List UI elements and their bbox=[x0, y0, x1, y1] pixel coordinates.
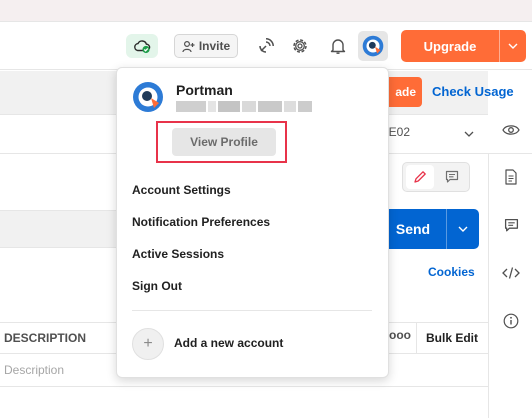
upgrade-menu-toggle[interactable] bbox=[500, 43, 526, 49]
menu-item-notification-preferences[interactable]: Notification Preferences bbox=[132, 215, 270, 229]
upgrade-label: Upgrade bbox=[423, 38, 477, 54]
code-snippet-button[interactable] bbox=[502, 264, 520, 282]
cookies-link[interactable]: Cookies bbox=[428, 265, 475, 279]
invite-label: Invite bbox=[198, 39, 231, 53]
comments-mode-button[interactable] bbox=[438, 165, 466, 189]
comments-button[interactable] bbox=[502, 216, 520, 234]
gear-icon bbox=[293, 39, 307, 53]
sync-status-button[interactable] bbox=[126, 34, 158, 58]
chevron-down-icon bbox=[464, 131, 474, 137]
description-cell-input[interactable]: Description bbox=[4, 363, 64, 377]
view-profile-button[interactable]: View Profile bbox=[172, 128, 276, 156]
environment-dropdown-toggle[interactable] bbox=[464, 125, 474, 140]
send-button[interactable]: Send bbox=[380, 209, 479, 249]
bulk-edit-button[interactable]: Bulk Edit bbox=[426, 331, 478, 345]
eye-icon bbox=[502, 125, 520, 135]
notifications-button[interactable] bbox=[326, 34, 350, 58]
menu-divider bbox=[132, 310, 372, 311]
menu-item-sign-out[interactable]: Sign Out bbox=[132, 279, 182, 293]
comment-icon bbox=[504, 218, 518, 231]
bell-icon bbox=[330, 39, 346, 54]
column-header-description: DESCRIPTION bbox=[4, 331, 87, 345]
pencil-icon bbox=[414, 171, 426, 183]
more-options-button[interactable]: ooo bbox=[389, 328, 411, 342]
invite-button[interactable]: Invite bbox=[174, 34, 238, 58]
environment-quick-look-button[interactable] bbox=[502, 124, 520, 139]
document-icon bbox=[505, 169, 517, 185]
comment-icon bbox=[445, 170, 459, 183]
send-label: Send bbox=[395, 221, 431, 237]
window-top-strip bbox=[0, 0, 532, 22]
chevron-down-icon bbox=[458, 226, 468, 232]
add-person-icon bbox=[182, 40, 195, 52]
column-divider bbox=[416, 323, 417, 353]
add-account-button[interactable]: Add a new account bbox=[174, 336, 283, 350]
menu-item-account-settings[interactable]: Account Settings bbox=[132, 183, 231, 197]
info-button[interactable] bbox=[502, 312, 520, 330]
right-context-bar bbox=[488, 154, 532, 418]
settings-button[interactable] bbox=[288, 34, 312, 58]
user-avatar-icon bbox=[133, 82, 163, 112]
user-name: Portman bbox=[176, 82, 233, 98]
avatar-icon bbox=[362, 35, 384, 57]
documentation-button[interactable] bbox=[502, 168, 520, 186]
chevron-down-icon bbox=[508, 43, 518, 49]
send-options-toggle[interactable] bbox=[447, 226, 479, 232]
info-icon bbox=[503, 313, 519, 329]
menu-item-active-sessions[interactable]: Active Sessions bbox=[132, 247, 224, 261]
add-account-icon[interactable]: + bbox=[132, 328, 164, 360]
cloud-check-icon bbox=[134, 40, 151, 54]
satellite-button[interactable] bbox=[254, 34, 278, 58]
check-usage-link[interactable]: Check Usage bbox=[432, 84, 514, 99]
user-email-redacted bbox=[176, 101, 312, 112]
upgrade-button[interactable]: Upgrade bbox=[401, 30, 526, 62]
edit-mode-button[interactable] bbox=[406, 165, 434, 189]
satellite-icon bbox=[259, 38, 274, 53]
account-avatar-button[interactable] bbox=[358, 31, 388, 61]
table-row-divider bbox=[0, 386, 488, 387]
code-icon bbox=[502, 267, 520, 279]
